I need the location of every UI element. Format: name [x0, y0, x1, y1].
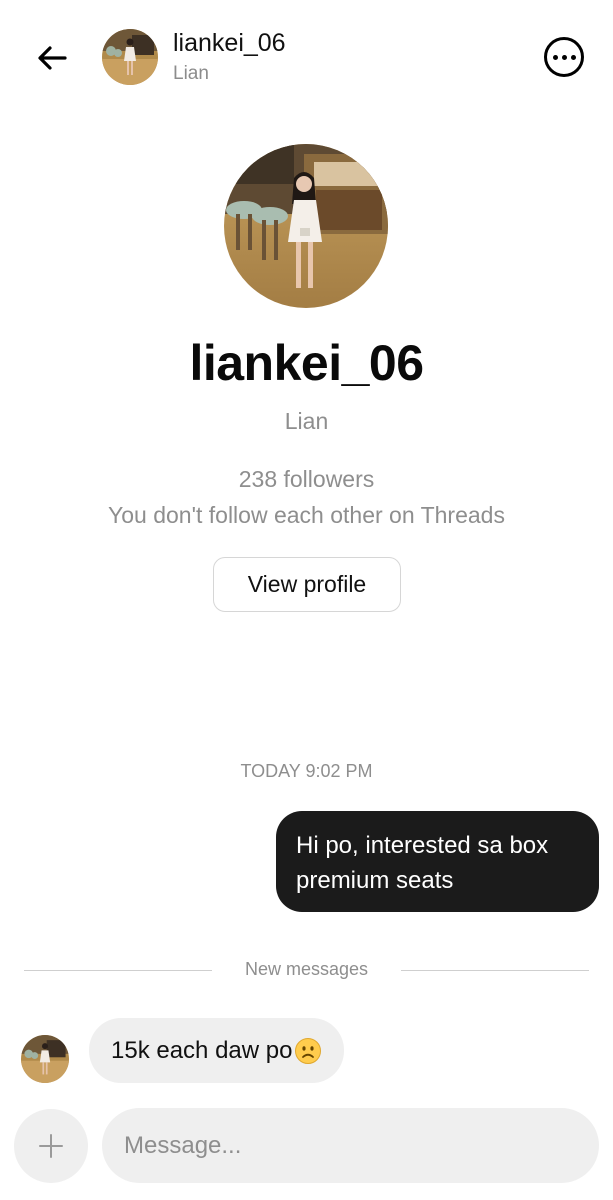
avatar-photo	[102, 29, 158, 85]
header-username[interactable]: liankei_06	[173, 29, 286, 58]
profile-display-name: Lian	[284, 408, 329, 434]
incoming-message-text: 15k each daw po	[111, 1036, 293, 1064]
outgoing-message-bubble[interactable]: Hi po, interested sa box premium seats	[276, 811, 599, 912]
header-avatar[interactable]	[102, 29, 158, 85]
divider-line-right	[401, 970, 589, 971]
avatar-photo	[224, 144, 388, 308]
frowning-face-emoji	[295, 1037, 322, 1064]
follower-count: 238 followers	[238, 466, 375, 492]
add-attachment-button[interactable]	[14, 1109, 88, 1183]
incoming-message-bubble[interactable]: 15k each daw po	[89, 1018, 345, 1083]
header-name: Lian	[173, 63, 209, 84]
view-profile-button[interactable]: View profile	[213, 557, 401, 612]
arrow-left-icon	[38, 46, 67, 70]
more-horizontal-icon	[552, 54, 558, 60]
profile-username: liankei_06	[189, 335, 424, 391]
message-timestamp: TODAY 9:02 PM	[240, 761, 373, 781]
chat-header: liankei_06 Lian	[0, 0, 613, 112]
back-button[interactable]	[30, 36, 74, 80]
sender-avatar[interactable]	[21, 1035, 69, 1083]
plus-icon	[39, 1134, 63, 1158]
more-options-button[interactable]	[544, 37, 584, 77]
message-input[interactable]	[102, 1108, 599, 1183]
outgoing-message-line: Hi po, interested sa box	[296, 832, 549, 859]
avatar-photo	[21, 1035, 69, 1083]
follow-relation-text: You don't follow each other on Threads	[108, 502, 505, 528]
profile-avatar[interactable]	[224, 144, 388, 308]
outgoing-message-line: premium seats	[296, 867, 454, 894]
